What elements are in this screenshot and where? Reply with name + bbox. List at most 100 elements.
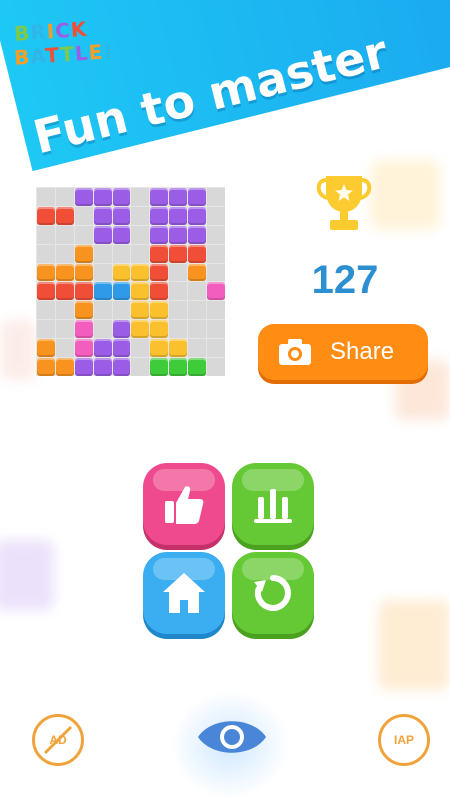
board-block xyxy=(207,282,225,301)
background-block xyxy=(0,540,54,610)
board-block xyxy=(169,188,188,206)
board-cell xyxy=(37,320,55,339)
board-block xyxy=(37,263,55,282)
board-block xyxy=(131,263,150,282)
board-block xyxy=(74,188,93,206)
eye-icon[interactable] xyxy=(196,712,268,762)
board-block xyxy=(74,282,93,301)
board-block xyxy=(188,225,207,244)
like-button[interactable] xyxy=(143,463,225,545)
restart-icon xyxy=(254,575,291,611)
board-block xyxy=(150,320,169,339)
board-block xyxy=(188,263,207,282)
board-cell xyxy=(188,282,207,301)
board-cell xyxy=(169,320,188,339)
board-block xyxy=(150,282,169,301)
board-block xyxy=(74,244,93,263)
background-block xyxy=(0,320,36,380)
share-button[interactable]: Share xyxy=(258,324,428,380)
board-cell xyxy=(131,339,150,358)
board-cell xyxy=(55,320,74,339)
board-block xyxy=(74,320,93,339)
board-cell xyxy=(131,188,150,206)
board-block xyxy=(150,225,169,244)
board-block xyxy=(93,225,112,244)
home-icon xyxy=(163,573,205,613)
remove-ads-button[interactable]: AD xyxy=(32,714,84,766)
board-block xyxy=(74,301,93,320)
board-block xyxy=(112,263,131,282)
board-block xyxy=(150,339,169,358)
board-block xyxy=(37,339,55,358)
board-cell xyxy=(207,206,225,225)
board-cell xyxy=(37,225,55,244)
board-cell xyxy=(37,301,55,320)
board-block xyxy=(169,225,188,244)
board-block xyxy=(93,206,112,225)
board-block xyxy=(37,282,55,301)
board-cell xyxy=(131,358,150,376)
board-block xyxy=(112,320,131,339)
board-cell xyxy=(112,301,131,320)
board-cell xyxy=(37,188,55,206)
board-cell xyxy=(93,263,112,282)
board-cell xyxy=(55,244,74,263)
iap-label: IAP xyxy=(393,733,414,747)
board-cell xyxy=(207,188,225,206)
leaderboard-icon xyxy=(254,489,292,523)
board-block xyxy=(55,263,74,282)
board-cell xyxy=(169,301,188,320)
board-cell xyxy=(207,244,225,263)
board-block xyxy=(37,206,55,225)
board-block xyxy=(112,188,131,206)
board-block xyxy=(93,339,112,358)
board-cell xyxy=(112,244,131,263)
board-cell xyxy=(131,206,150,225)
board-block xyxy=(93,282,112,301)
board-block xyxy=(150,358,169,376)
board-block xyxy=(169,358,188,376)
background-block xyxy=(378,600,450,690)
board-block xyxy=(112,206,131,225)
board-block xyxy=(93,188,112,206)
no-ads-slash-icon xyxy=(43,725,73,755)
restart-button[interactable] xyxy=(232,552,314,634)
board-cell xyxy=(55,225,74,244)
board-cell xyxy=(37,244,55,263)
board-cell xyxy=(188,339,207,358)
board-block xyxy=(112,225,131,244)
board-block xyxy=(150,188,169,206)
board-block xyxy=(150,244,169,263)
board-block xyxy=(74,339,93,358)
board-cell xyxy=(93,244,112,263)
board-block xyxy=(74,358,93,376)
board-block xyxy=(131,320,150,339)
board-cell xyxy=(207,358,225,376)
board-cell xyxy=(207,320,225,339)
board-block xyxy=(169,206,188,225)
board-cell xyxy=(93,301,112,320)
board-block xyxy=(55,358,74,376)
iap-button[interactable]: IAP xyxy=(378,714,430,766)
board-cell xyxy=(207,225,225,244)
board-block xyxy=(112,282,131,301)
board-block xyxy=(169,339,188,358)
board-cell xyxy=(55,339,74,358)
board-block xyxy=(37,358,55,376)
board-block xyxy=(131,282,150,301)
board-cell xyxy=(55,301,74,320)
board-block xyxy=(188,358,207,376)
board-cell xyxy=(74,225,93,244)
board-block xyxy=(55,282,74,301)
board-block xyxy=(150,206,169,225)
board-block xyxy=(188,244,207,263)
score-value: 127 xyxy=(311,258,379,302)
board-cell xyxy=(131,225,150,244)
board-block xyxy=(150,263,169,282)
leaderboard-button[interactable] xyxy=(232,463,314,545)
home-button[interactable] xyxy=(143,552,225,634)
board-cell xyxy=(169,282,188,301)
board-block xyxy=(188,188,207,206)
board-block xyxy=(93,358,112,376)
brick-battle-logo: BRICK BATTLE! xyxy=(13,17,124,74)
